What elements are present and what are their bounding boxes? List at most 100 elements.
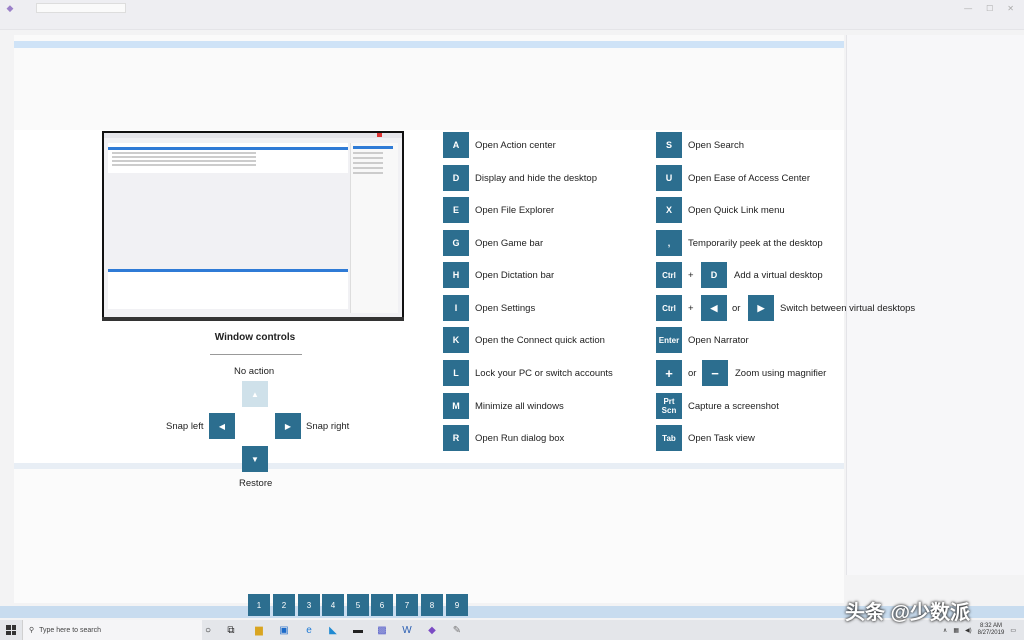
arrow-right-icon: ▶ bbox=[284, 421, 292, 431]
shortcut-label-l: Lock your PC or switch accounts bbox=[475, 368, 613, 379]
chevron-up-icon[interactable]: ∧ bbox=[943, 627, 947, 634]
shortcut-label-m: Minimize all windows bbox=[475, 401, 564, 412]
key-plus: + bbox=[656, 360, 682, 386]
arrow-up-icon: ▲ bbox=[251, 389, 259, 399]
or-operator-zoom: or bbox=[688, 368, 697, 379]
taskbar-number-7: 7 bbox=[396, 594, 418, 616]
shortcut-label-g: Open Game bar bbox=[475, 238, 544, 249]
watermark: 头条 @少数派 bbox=[845, 602, 971, 624]
arrow-down-icon: ▼ bbox=[251, 454, 259, 464]
ide-toolbar bbox=[0, 16, 1024, 30]
terminal-icon[interactable]: ▬ bbox=[349, 622, 367, 638]
windows-logo-icon bbox=[6, 625, 16, 635]
shortcut-label-a: Open Action center bbox=[475, 140, 556, 151]
shortcut-label-zoom: Zoom using magnifier bbox=[735, 368, 827, 379]
snap-right-label: Snap right bbox=[306, 421, 350, 432]
key-comma: , bbox=[656, 230, 682, 256]
key-u: U bbox=[656, 165, 682, 191]
arrow-right-icon: ▶ bbox=[757, 302, 765, 313]
arrow-left-icon: ◀ bbox=[218, 421, 226, 431]
ide-window-controls: — ☐ ✕ bbox=[964, 3, 1014, 13]
outlook-icon[interactable]: ▣ bbox=[275, 622, 293, 638]
key-l: L bbox=[443, 360, 469, 386]
key-arrow-left: ◀ bbox=[701, 295, 727, 321]
ide-search-box bbox=[36, 3, 126, 13]
vscode-icon[interactable]: ◣ bbox=[324, 622, 342, 638]
key-prtscn-line1: Prt bbox=[663, 397, 675, 406]
visual-studio-icon: ◆ bbox=[6, 3, 14, 13]
no-action-label: No action bbox=[234, 366, 275, 377]
teams-icon[interactable]: ▩ bbox=[373, 622, 391, 638]
key-i: I bbox=[443, 295, 469, 321]
key-ctrl: Ctrl bbox=[656, 262, 682, 288]
arrow-right-key: ▶ bbox=[275, 413, 301, 439]
shortcut-label-add-desktop: Add a virtual desktop bbox=[734, 270, 823, 281]
plus-operator-switch: + bbox=[688, 303, 694, 314]
taskbar-number-2: 2 bbox=[273, 594, 295, 616]
search-icon: ⚲ bbox=[29, 627, 35, 634]
snap-left-label: Snap left bbox=[166, 421, 204, 432]
clock-time: 8:32 AM bbox=[979, 623, 1002, 629]
key-e: E bbox=[443, 197, 469, 223]
key-d-desktop: D bbox=[701, 262, 727, 288]
taskbar-number-5: 5 bbox=[347, 594, 369, 616]
network-icon[interactable]: ▦ bbox=[953, 627, 959, 634]
notification-icon[interactable]: ▭ bbox=[1010, 627, 1016, 634]
key-x: X bbox=[656, 197, 682, 223]
key-d: D bbox=[443, 165, 469, 191]
task-view-icon[interactable]: ⧉ bbox=[222, 622, 240, 638]
start-button[interactable] bbox=[0, 620, 22, 640]
key-h: H bbox=[443, 262, 469, 288]
key-k: K bbox=[443, 327, 469, 353]
key-prtscn: Prt Scn bbox=[656, 393, 682, 419]
edge-icon[interactable]: e bbox=[300, 622, 318, 638]
taskbar-number-1: 1 bbox=[248, 594, 270, 616]
clock[interactable]: 8:32 AM 8/27/2019 bbox=[978, 623, 1005, 637]
shortcut-label-u: Open Ease of Access Center bbox=[688, 173, 810, 184]
clock-date: 8/27/2019 bbox=[977, 630, 1005, 636]
key-g: G bbox=[443, 230, 469, 256]
taskbar-number-8: 8 bbox=[421, 594, 443, 616]
key-enter: Enter bbox=[656, 327, 682, 353]
file-explorer-icon[interactable]: ▆ bbox=[250, 622, 268, 638]
shortcut-label-x: Open Quick Link menu bbox=[688, 205, 785, 216]
volume-icon[interactable]: ◀) bbox=[965, 627, 972, 634]
or-operator-switch: or bbox=[732, 303, 741, 314]
ide-document-pane bbox=[14, 35, 844, 132]
ide-titlebar: ◆ — ☐ ✕ bbox=[0, 0, 1024, 16]
arrow-down-key: ▼ bbox=[242, 446, 268, 472]
key-ctrl-switch: Ctrl bbox=[656, 295, 682, 321]
window-controls-divider bbox=[210, 354, 302, 355]
key-m: M bbox=[443, 393, 469, 419]
key-minus: − bbox=[702, 360, 728, 386]
key-tab: Tab bbox=[656, 425, 682, 451]
key-arrow-right: ▶ bbox=[748, 295, 774, 321]
ide-output-pane bbox=[14, 463, 844, 603]
shortcut-label-switch-desktop: Switch between virtual desktops bbox=[780, 303, 916, 314]
shortcut-label-r: Open Run dialog box bbox=[475, 433, 565, 444]
arrow-up-key: ▲ bbox=[242, 381, 268, 407]
window-controls-title: Window controls bbox=[214, 332, 296, 343]
shortcut-label-h: Open Dictation bar bbox=[475, 270, 555, 281]
taskbar-number-3: 3 bbox=[298, 594, 320, 616]
taskbar-number-6: 6 bbox=[371, 594, 393, 616]
arrow-left-key: ◀ bbox=[209, 413, 235, 439]
taskbar-search-box[interactable]: ⚲ Type here to search bbox=[22, 620, 202, 640]
plus-operator: + bbox=[688, 270, 694, 281]
arrow-left-icon: ◀ bbox=[710, 302, 718, 313]
word-icon[interactable]: W bbox=[398, 622, 416, 638]
key-s: S bbox=[656, 132, 682, 158]
key-r: R bbox=[443, 425, 469, 451]
visual-studio-taskbar-icon[interactable]: ◆ bbox=[423, 622, 441, 638]
active-window-thumbnail bbox=[102, 131, 404, 321]
shortcut-label-comma: Temporarily peek at the desktop bbox=[688, 238, 823, 249]
taskbar-number-9: 9 bbox=[446, 594, 468, 616]
cortana-icon[interactable]: ○ bbox=[199, 622, 217, 638]
shortcut-label-i: Open Settings bbox=[475, 303, 536, 314]
taskbar-search-placeholder: Type here to search bbox=[39, 626, 102, 634]
restore-label: Restore bbox=[239, 478, 273, 489]
shortcut-label-prtscn: Capture a screenshot bbox=[688, 401, 779, 412]
paint-icon[interactable]: ✎ bbox=[448, 622, 466, 638]
shortcut-label-k: Open the Connect quick action bbox=[475, 335, 605, 346]
shortcut-label-s: Open Search bbox=[688, 140, 744, 151]
